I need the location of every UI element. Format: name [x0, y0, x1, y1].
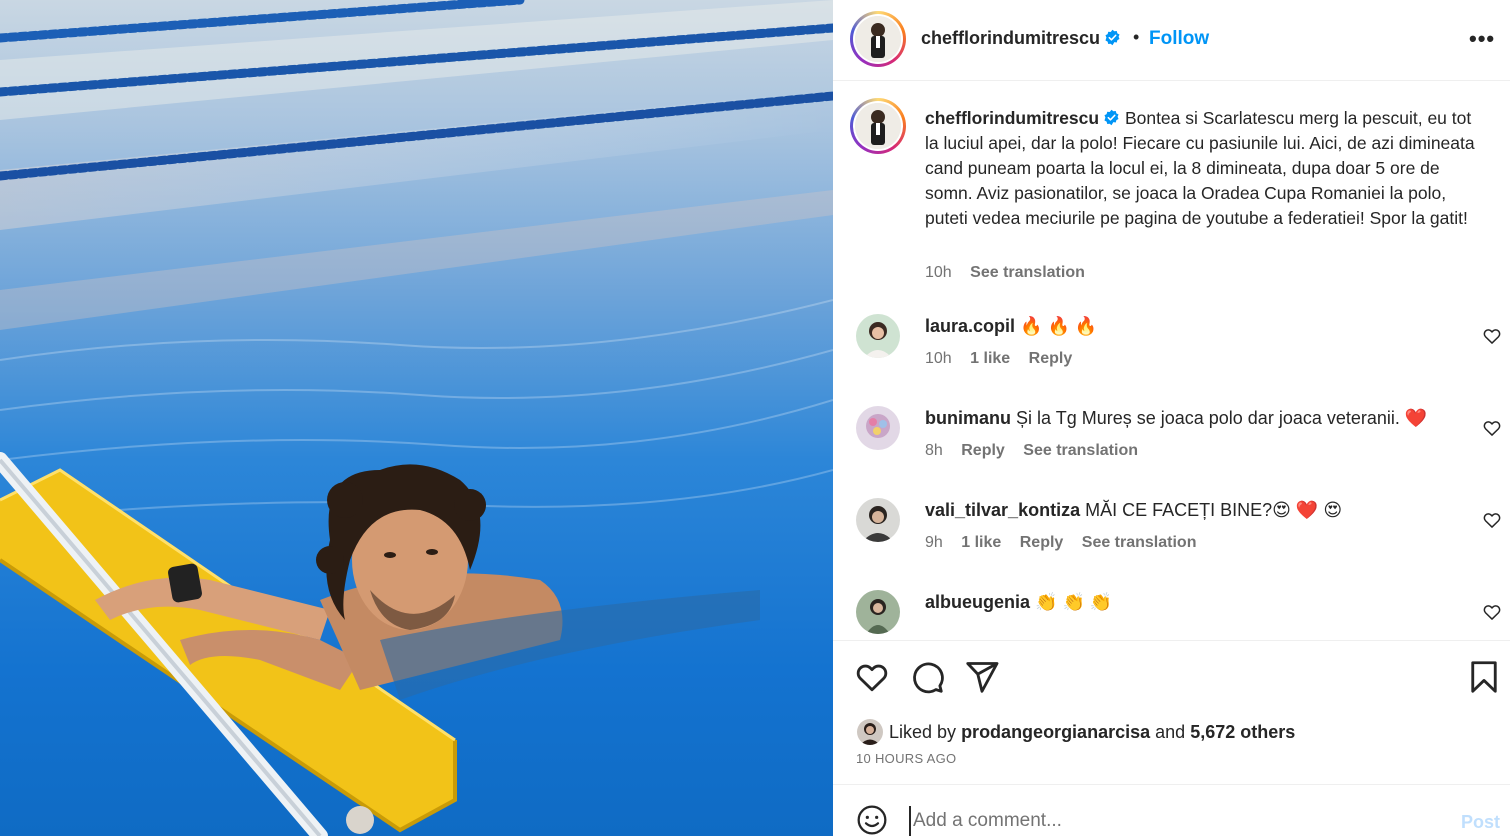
comment-text: laura.copil 🔥 🔥 🔥 — [925, 316, 1097, 337]
caption-username[interactable]: chefflorindumitrescu — [925, 108, 1099, 128]
post-timestamp[interactable]: 10 HOURS AGO — [856, 751, 956, 766]
comment-meta: 8h Reply See translation — [925, 442, 1152, 460]
comment-text: bunimanu Și la Tg Mureș se joaca polo da… — [925, 408, 1427, 429]
comment-likes-count[interactable]: 1 like — [970, 350, 1010, 367]
post-side-panel: chefflorindumitrescu • Follow ••• cheffl… — [833, 0, 1510, 836]
comment-meta: 9h 1 like Reply See translation — [925, 534, 1210, 552]
commenter-username[interactable]: vali_tilvar_kontiza — [925, 500, 1080, 520]
share-paper-plane-icon[interactable] — [964, 659, 1000, 695]
emoji-smiley-icon[interactable] — [856, 804, 888, 836]
likes-and: and — [1155, 722, 1186, 742]
like-comment-heart-icon[interactable] — [1482, 326, 1502, 346]
reply-button[interactable]: Reply — [961, 442, 1005, 459]
like-comment-heart-icon[interactable] — [1482, 510, 1502, 530]
commenter-avatar[interactable] — [856, 498, 900, 542]
liked-by-label: Liked by — [889, 722, 957, 742]
commenter-username[interactable]: bunimanu — [925, 408, 1011, 428]
like-comment-heart-icon[interactable] — [1482, 602, 1502, 622]
liker-username[interactable]: prodangeorgianarcisa — [961, 722, 1150, 742]
header-separator: • — [1133, 27, 1140, 47]
author-username[interactable]: chefflorindumitrescu — [921, 28, 1100, 48]
like-comment-heart-icon[interactable] — [1482, 418, 1502, 438]
post-comment-button[interactable]: Post — [1461, 812, 1500, 833]
comment-input[interactable] — [909, 806, 1429, 836]
comment-meta: 10h 1 like Reply — [925, 350, 1086, 368]
caption-author-avatar[interactable] — [850, 98, 906, 154]
comments-list[interactable]: chefflorindumitrescu Bontea si Scarlates… — [833, 82, 1510, 640]
comment-body: 👏 👏 👏 — [1035, 592, 1113, 612]
pool-photo-image — [0, 0, 833, 836]
comment-body: MĂI CE FACEȚI BINE?😍 ❤️ 😍 — [1085, 500, 1343, 520]
comment-time[interactable]: 10h — [925, 350, 952, 367]
reply-button[interactable]: Reply — [1020, 534, 1064, 551]
see-translation-button[interactable]: See translation — [1082, 534, 1197, 551]
comment-item: bunimanu Și la Tg Mureș se joaca polo da… — [833, 406, 1510, 486]
commenter-username[interactable]: laura.copil — [925, 316, 1015, 336]
comment-item: vali_tilvar_kontiza MĂI CE FACEȚI BINE?😍… — [833, 498, 1510, 578]
post-header: chefflorindumitrescu • Follow ••• — [833, 0, 1510, 81]
like-heart-icon[interactable] — [854, 659, 890, 695]
liker-avatar[interactable] — [857, 719, 883, 745]
caption-time[interactable]: 10h — [925, 264, 952, 281]
comment-text: albueugenia 👏 👏 👏 — [925, 592, 1112, 613]
likes-summary: Liked by prodangeorgianarcisa and 5,672 … — [857, 719, 1295, 745]
commenter-avatar[interactable] — [856, 314, 900, 358]
see-translation-button[interactable]: See translation — [1023, 442, 1138, 459]
see-translation-button[interactable]: See translation — [970, 264, 1085, 281]
comment-body: Și la Tg Mureș se joaca polo dar joaca v… — [1016, 408, 1428, 428]
caption-meta: 10h See translation — [925, 264, 1099, 282]
author-username-row[interactable]: chefflorindumitrescu — [921, 28, 1121, 49]
more-options-button[interactable]: ••• — [1469, 26, 1495, 52]
comment-bubble-icon[interactable] — [909, 659, 945, 695]
add-comment-bar: Post — [833, 786, 1510, 836]
comment-text: vali_tilvar_kontiza MĂI CE FACEȚI BINE?😍… — [925, 500, 1342, 521]
comment-item: laura.copil 🔥 🔥 🔥 10h 1 like Reply — [833, 314, 1510, 394]
comment-body: 🔥 🔥 🔥 — [1020, 316, 1098, 336]
post-actions-section: Liked by prodangeorgianarcisa and 5,672 … — [833, 640, 1510, 785]
comment-likes-count[interactable]: 1 like — [961, 534, 1001, 551]
commenter-avatar[interactable] — [856, 406, 900, 450]
follow-button[interactable]: Follow — [1149, 28, 1209, 50]
likes-others-count[interactable]: 5,672 others — [1190, 722, 1295, 742]
comment-item: albueugenia 👏 👏 👏 — [833, 590, 1510, 640]
comment-time[interactable]: 8h — [925, 442, 943, 459]
commenter-username[interactable]: albueugenia — [925, 592, 1030, 612]
author-avatar[interactable] — [850, 11, 906, 67]
reply-button[interactable]: Reply — [1029, 350, 1073, 367]
verified-badge-icon — [1104, 109, 1119, 126]
comment-time[interactable]: 9h — [925, 534, 943, 551]
verified-badge-icon — [1105, 29, 1120, 46]
save-bookmark-icon[interactable] — [1466, 659, 1502, 695]
caption-text: chefflorindumitrescu Bontea si Scarlates… — [925, 106, 1485, 231]
post-photo[interactable] — [0, 0, 833, 836]
commenter-avatar[interactable] — [856, 590, 900, 634]
